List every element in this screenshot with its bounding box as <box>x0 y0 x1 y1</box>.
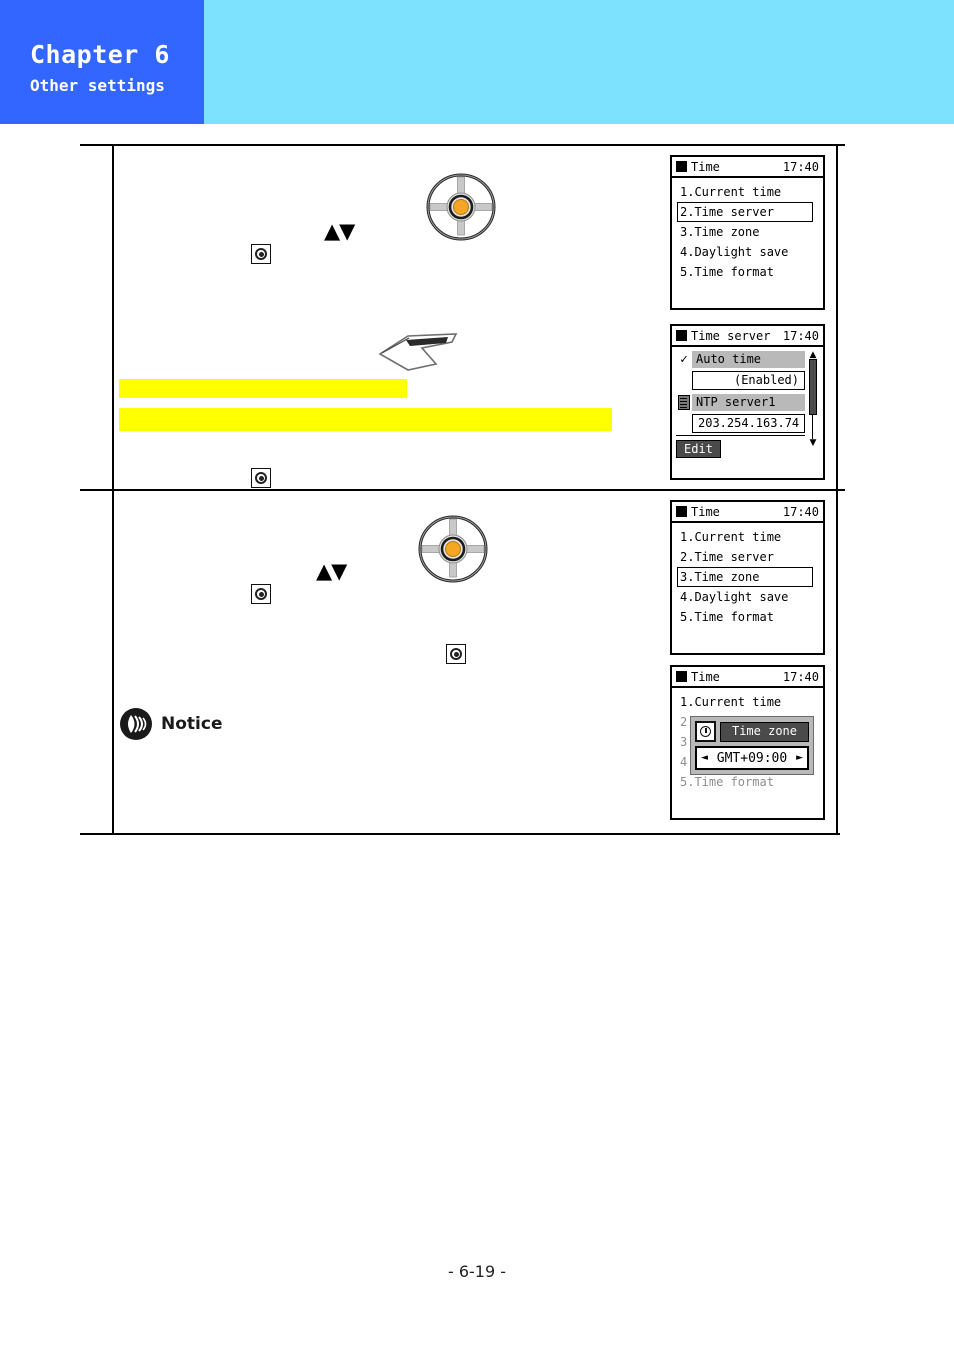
enter-button-icon-2 <box>251 468 271 488</box>
time-zone-value-stepper[interactable]: ◄ GMT+09:00 ► <box>695 746 809 770</box>
lcd-titlebar: Time 17:40 <box>672 667 823 688</box>
menu-item-time-format[interactable]: 5.Time format <box>677 262 813 282</box>
frame-top-rule <box>80 144 845 146</box>
menu-item-current-time[interactable]: 1.Current time <box>677 692 813 712</box>
notice-label: Notice <box>161 714 223 734</box>
stepper-right-arrow-icon[interactable]: ► <box>796 753 803 763</box>
jog-dial-icon <box>424 172 498 242</box>
softkey-bar: Edit <box>676 435 805 458</box>
edit-button[interactable]: Edit <box>676 440 721 458</box>
screen-indicator-icon <box>676 330 687 341</box>
menu-item-current-time[interactable]: 1.Current time <box>677 527 813 547</box>
time-server-settings-list: ✓ Auto time (Enabled) NTP server1 203.25… <box>672 347 823 460</box>
ntp-server-address[interactable]: 203.254.163.74 <box>692 414 805 433</box>
lcd-title: Time <box>691 504 720 519</box>
scrollbar-thumb[interactable] <box>809 359 817 415</box>
lcd-screen-time-menu-1: Time 17:40 1.Current time 2.Time server … <box>670 155 825 310</box>
enter-button-icon-3 <box>251 584 271 604</box>
time-zone-dialog: Time zone ◄ GMT+09:00 ► <box>690 716 814 775</box>
chapter-subtitle: Other settings <box>30 76 165 95</box>
menu-item-time-server[interactable]: 2.Time server <box>677 202 813 222</box>
auto-time-checkmark[interactable]: ✓ <box>676 352 692 368</box>
time-zone-dialog-header: Time zone <box>695 721 809 742</box>
lcd-clock: 17:40 <box>782 328 819 343</box>
menu-item-time-zone[interactable]: 3.Time zone <box>677 567 813 587</box>
scroll-up-arrow-icon[interactable]: ▲ <box>809 351 817 360</box>
frame-right-rule <box>836 144 838 835</box>
auto-time-label: Auto time <box>692 351 805 368</box>
auto-time-value[interactable]: (Enabled) <box>692 371 805 390</box>
lcd-screen-time-menu-2: Time 17:40 1.Current time 2.Time server … <box>670 500 825 655</box>
auto-time-row[interactable]: ✓ Auto time <box>676 351 805 368</box>
lcd-titlebar: Time 17:40 <box>672 157 823 178</box>
lcd-titlebar: Time server 17:40 <box>672 326 823 347</box>
clock-icon <box>695 721 716 742</box>
notice-badge: Notice <box>119 707 222 741</box>
redacted-text-line-2 <box>119 408 612 431</box>
ntp-server-row[interactable]: NTP server1 <box>676 394 805 411</box>
redacted-text-line-1 <box>119 379 407 398</box>
menu-item-time-zone[interactable]: 3.Time zone <box>677 222 813 242</box>
time-zone-dialog-title: Time zone <box>720 721 809 742</box>
stepper-left-arrow-icon[interactable]: ◄ <box>701 753 708 763</box>
menu-item-daylight-save[interactable]: 4.Daylight save <box>677 242 813 262</box>
chapter-title: Chapter 6 <box>30 40 170 69</box>
lcd-clock: 17:40 <box>782 669 819 684</box>
enter-button-icon <box>251 244 271 264</box>
screen-indicator-icon <box>676 161 687 172</box>
frame-bottom-rule <box>80 833 840 835</box>
speaker-notice-icon <box>120 708 152 740</box>
lcd-clock: 17:40 <box>782 159 819 174</box>
enter-button-icon-4 <box>446 644 466 664</box>
server-icon <box>678 395 690 410</box>
jog-dial-icon-2 <box>416 514 490 584</box>
lcd-screen-time-zone-dialog: Time 17:40 1.Current time 2.Time server … <box>670 665 825 820</box>
lcd-title: Time <box>691 669 720 684</box>
lcd-screen-time-server: Time server 17:40 ✓ Auto time (Enabled) … <box>670 324 825 480</box>
menu-item-time-format[interactable]: 5.Time format <box>677 772 813 792</box>
menu-item-time-format[interactable]: 5.Time format <box>677 607 813 627</box>
menu-item-daylight-save[interactable]: 4.Daylight save <box>677 587 813 607</box>
lcd-menu-list: 1.Current time 2.Time server 3.Time zone… <box>672 178 823 285</box>
chapter-banner: Chapter 6 Other settings <box>0 0 954 124</box>
lcd-titlebar: Time 17:40 <box>672 502 823 523</box>
time-zone-value: GMT+09:00 <box>716 750 788 766</box>
pointer-illustration <box>376 330 462 372</box>
frame-middle-rule <box>80 489 845 491</box>
frame-left-rule <box>112 144 114 835</box>
menu-item-time-server[interactable]: 2.Time server <box>677 547 813 567</box>
page-footer: - 6-19 - <box>447 1262 507 1281</box>
screen-indicator-icon <box>676 671 687 682</box>
screen-indicator-icon <box>676 506 687 517</box>
lcd-clock: 17:40 <box>782 504 819 519</box>
lcd-title: Time <box>691 159 720 174</box>
lcd-scrollbar[interactable]: ▲ ▼ <box>809 351 820 448</box>
updown-arrows-glyph-2: ▲▼ <box>316 559 347 583</box>
updown-arrows-glyph: ▲▼ <box>324 219 355 243</box>
menu-item-current-time[interactable]: 1.Current time <box>677 182 813 202</box>
lcd-title: Time server <box>691 328 771 343</box>
lcd-menu-list: 1.Current time 2.Time server 3.Time zone… <box>672 523 823 630</box>
scroll-down-arrow-icon[interactable]: ▼ <box>809 439 817 448</box>
ntp-server-label: NTP server1 <box>692 394 805 411</box>
